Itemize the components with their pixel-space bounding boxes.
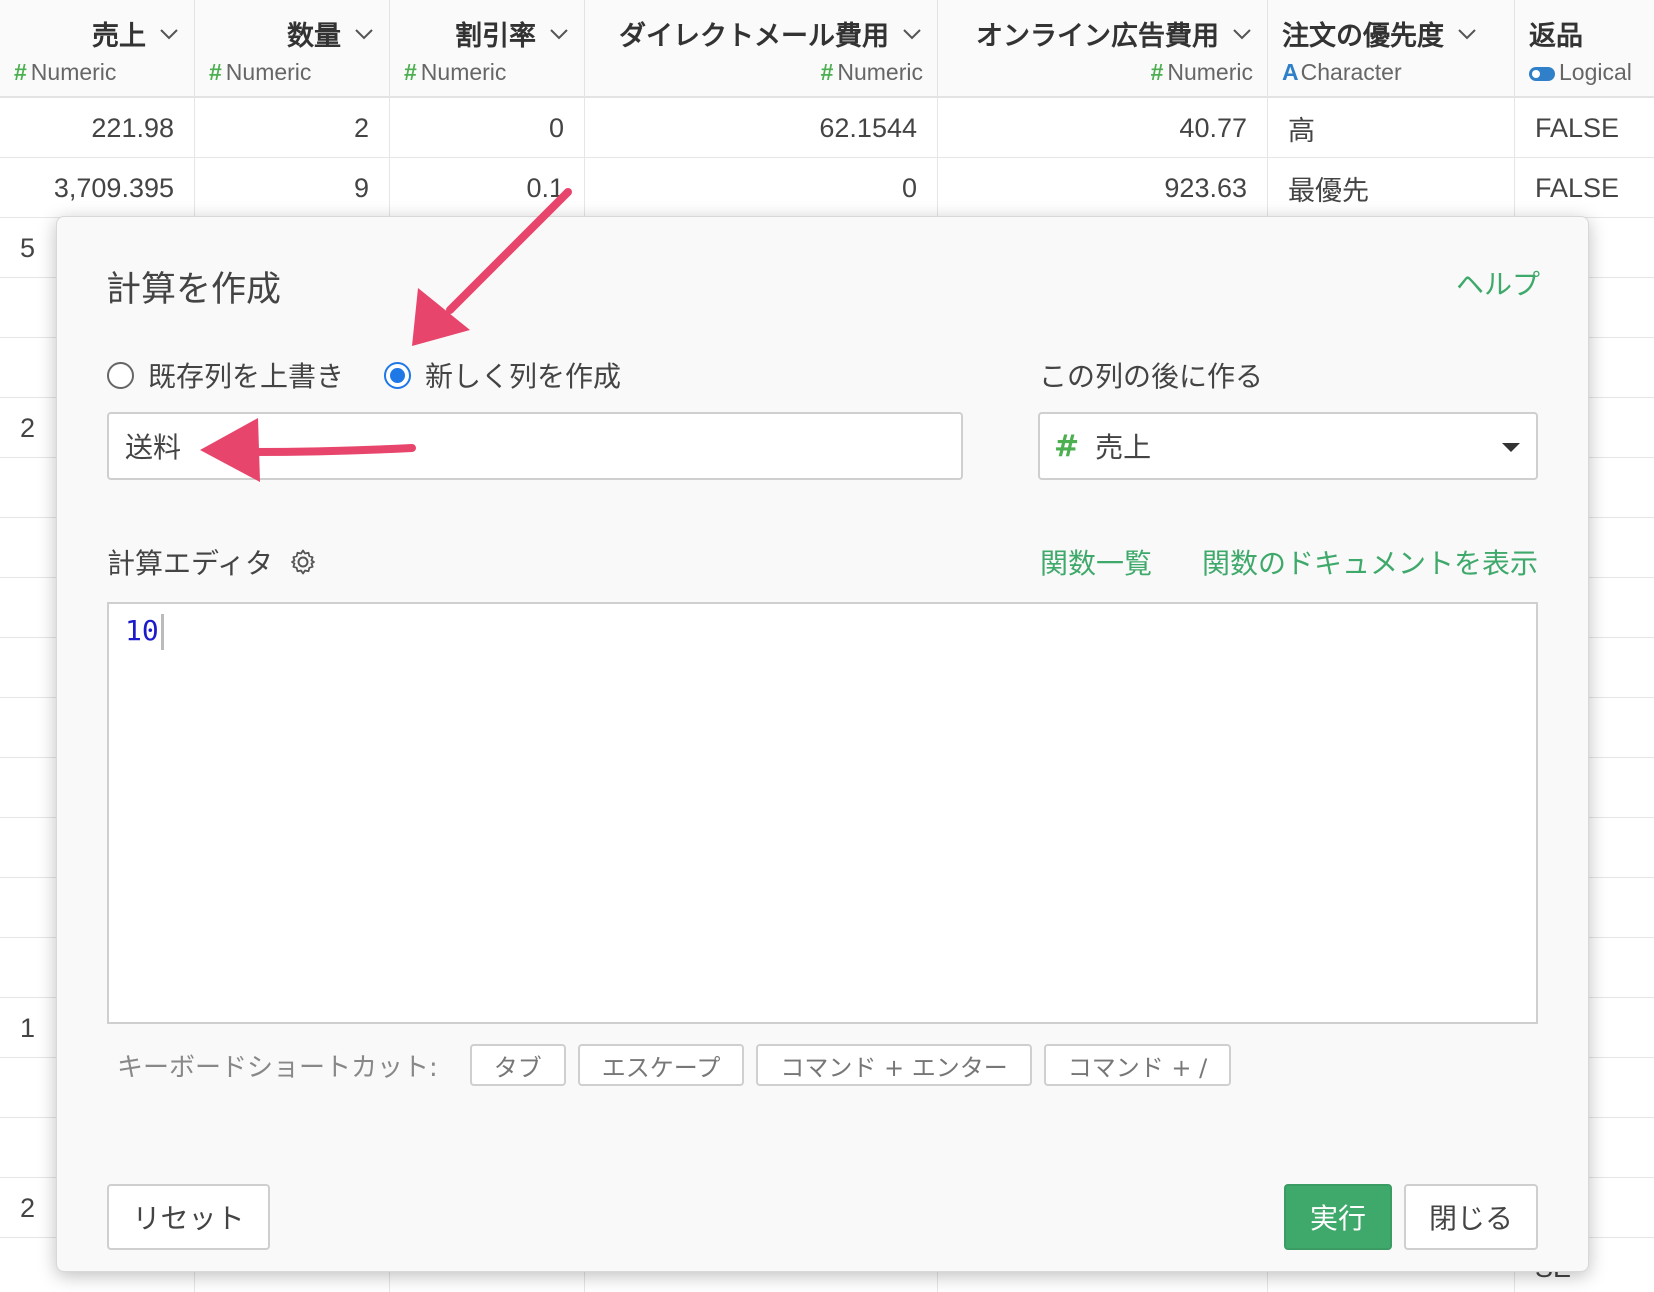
table-cell: 0.1	[390, 158, 585, 218]
column-name: ダイレクトメール費用	[619, 21, 889, 52]
chevron-down-icon[interactable]	[901, 23, 923, 45]
new-column-name-value: 送料	[125, 431, 182, 464]
table-cell: FALSE	[1535, 172, 1620, 203]
radio-new-column-label: 新しく列を作成	[425, 360, 622, 393]
radio-overwrite-label: 既存列を上書き	[148, 360, 345, 393]
shortcut-tab: タブ	[469, 1044, 566, 1086]
shortcuts-label: キーボードショートカット:	[117, 1052, 438, 1083]
table-cell: 9	[195, 158, 390, 218]
numeric-hash-icon: #	[820, 59, 834, 85]
table-cell: 0	[390, 98, 585, 158]
run-button[interactable]: 実行	[1284, 1184, 1392, 1250]
shortcut-cmd-slash: コマンド + /	[1043, 1044, 1232, 1086]
calculation-code-editor[interactable]: 10	[107, 602, 1538, 1024]
column-type: Numeric	[225, 59, 312, 85]
numeric-hash-icon: #	[404, 59, 417, 85]
calculation-editor-label: 計算エディタ	[107, 542, 317, 582]
help-link[interactable]: ヘルプ	[1456, 263, 1540, 303]
column-type: Logical	[1559, 59, 1632, 85]
column-name: 返品	[1529, 21, 1583, 52]
chevron-down-icon[interactable]	[158, 23, 180, 45]
dialog-title: 計算を作成	[106, 270, 282, 310]
character-a-icon: A	[1282, 59, 1299, 85]
column-header-discount[interactable]: 割引率 # Numeric	[390, 0, 585, 98]
shortcut-cmd-enter: コマンド + エンター	[756, 1044, 1032, 1086]
column-name: 数量	[287, 21, 341, 52]
table-cell: 221.98	[0, 98, 195, 158]
calculation-editor-title: 計算エディタ	[107, 547, 274, 580]
table-cell: 2	[195, 98, 390, 158]
mode-radio-group: 既存列を上書き 新しく列を作成	[107, 355, 621, 395]
function-docs-link[interactable]: 関数のドキュメントを表示	[1202, 542, 1538, 582]
chevron-down-icon[interactable]	[1231, 23, 1253, 45]
column-header-sales[interactable]: 売上 # Numeric	[0, 0, 195, 98]
column-name: 注文の優先度	[1282, 21, 1444, 52]
column-name: 割引率	[455, 21, 536, 52]
column-type: Character	[1300, 59, 1402, 85]
table-cell: 40.77	[938, 98, 1268, 158]
app-stage: 売上 # Numeric 数量 # Numeric 割引率 # Numeric ダイレ…	[0, 0, 1654, 1292]
grid-header: 売上 # Numeric 数量 # Numeric 割引率 # Numeric ダイレ…	[0, 0, 1654, 98]
new-column-name-input[interactable]: 送料	[107, 412, 963, 480]
chevron-down-icon[interactable]	[1456, 23, 1478, 45]
table-cell: 3,709.395	[0, 158, 195, 218]
numeric-hash-icon: #	[1150, 59, 1164, 85]
keyboard-shortcuts: キーボードショートカット: タブ エスケープ コマンド + エンター コマンド …	[117, 1044, 1232, 1086]
radio-new-column-option[interactable]: 新しく列を作成	[384, 355, 621, 395]
numeric-hash-icon: #	[1054, 428, 1080, 464]
table-cell: 0	[585, 158, 938, 218]
logical-toggle-icon	[1529, 66, 1555, 81]
table-cell: FALSE	[1535, 112, 1620, 143]
column-header-returns[interactable]: 返品 Logical	[1515, 0, 1654, 98]
column-name: オンライン広告費用	[976, 21, 1219, 52]
column-header-order-priority[interactable]: 注文の優先度 ACharacter	[1268, 0, 1515, 98]
reset-button[interactable]: リセット	[107, 1184, 270, 1250]
text-cursor	[160, 614, 164, 650]
insert-after-column-value: 売上	[1095, 431, 1152, 464]
column-name: 売上	[92, 21, 146, 52]
column-type: Numeric	[1167, 59, 1253, 85]
table-row: 221.98 2 0 62.1544 40.77 高 FALSE	[0, 98, 1654, 158]
insert-after-column-select[interactable]: # 売上	[1038, 412, 1538, 480]
radio-new-column[interactable]	[384, 361, 412, 389]
gear-icon[interactable]	[289, 548, 317, 576]
numeric-hash-icon: #	[14, 59, 27, 85]
column-header-online-ad-cost[interactable]: オンライン広告費用 # Numeric	[938, 0, 1268, 98]
column-header-dm-cost[interactable]: ダイレクトメール費用 # Numeric	[585, 0, 938, 98]
function-links: 関数一覧 関数のドキュメントを表示	[1040, 542, 1538, 582]
column-header-quantity[interactable]: 数量 # Numeric	[195, 0, 390, 98]
table-cell: 62.1544	[585, 98, 938, 158]
close-button[interactable]: 閉じる	[1404, 1184, 1538, 1250]
radio-overwrite[interactable]	[107, 361, 134, 389]
create-calculation-dialog: 計算を作成 ヘルプ 既存列を上書き 新しく列を作成 この列の後に作る 送料 # …	[56, 216, 1589, 1272]
radio-overwrite-option[interactable]: 既存列を上書き	[107, 355, 344, 395]
numeric-hash-icon: #	[209, 59, 222, 85]
column-type: Numeric	[420, 59, 507, 85]
function-list-link[interactable]: 関数一覧	[1040, 542, 1152, 582]
insert-after-label: この列の後に作る	[1039, 360, 1264, 393]
table-row: 3,709.395 9 0.1 0 923.63 最優先 FALSE	[0, 158, 1654, 218]
table-cell: 高	[1268, 98, 1515, 158]
shortcut-escape: エスケープ	[577, 1044, 745, 1086]
column-type: Numeric	[30, 59, 117, 85]
chevron-down-icon[interactable]	[548, 23, 570, 45]
table-cell: 923.63	[938, 158, 1268, 218]
column-type: Numeric	[837, 59, 923, 85]
table-cell: 最優先	[1268, 158, 1515, 218]
chevron-down-icon[interactable]	[353, 23, 375, 45]
code-text: 10	[125, 614, 159, 647]
caret-down-icon	[1502, 443, 1520, 452]
